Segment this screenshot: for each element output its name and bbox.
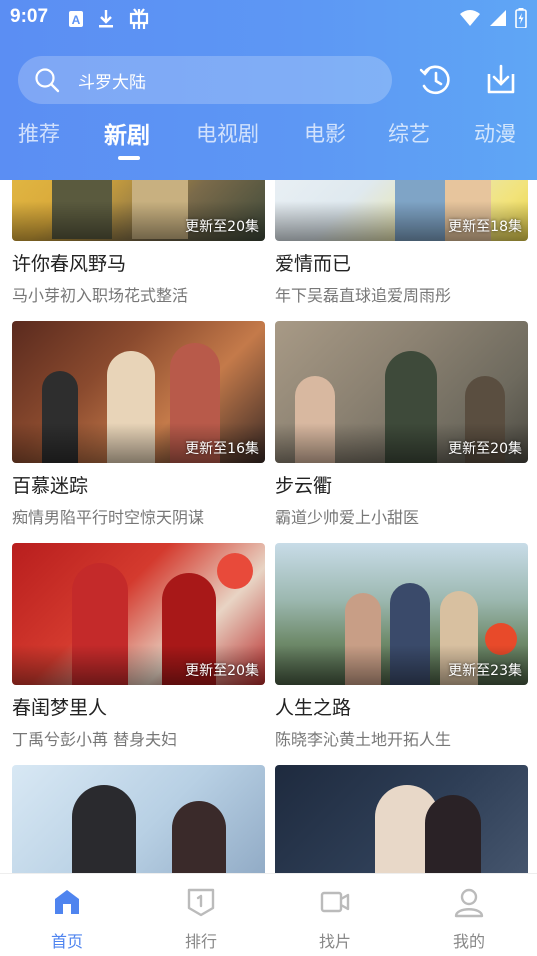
show-poster[interactable]: 更新至18集: [275, 180, 528, 241]
episode-badge: 更新至23集: [448, 663, 522, 679]
show-poster[interactable]: 更新至16集: [12, 321, 265, 463]
profile-icon: [454, 888, 484, 918]
category-tabs: 推荐 新剧 电视剧 电影 综艺 动漫: [0, 118, 537, 168]
show-title: 爱情而已: [275, 253, 352, 275]
status-time: 9:07: [10, 6, 49, 27]
active-tab-indicator: [118, 156, 140, 160]
episode-badge: 更新至16集: [185, 441, 259, 457]
video-camera-icon: [320, 891, 350, 913]
show-title: 百慕迷踪: [12, 475, 89, 497]
nav-home-label: 首页: [50, 932, 83, 951]
show-title: 春闺梦里人: [12, 697, 108, 719]
episode-badge: 更新至20集: [185, 663, 259, 679]
tab-anime[interactable]: 动漫: [474, 118, 516, 148]
font-a-icon: A: [68, 10, 84, 32]
top-header: 9:07 A 斗罗大陆 推荐 新剧 电视剧 电影 综艺 动漫: [0, 0, 537, 180]
show-grid: 更新至20集 许你春风野马 马小芽初入职场花式整活 更新至18集 爱情而已 年下…: [0, 180, 537, 873]
show-card[interactable]: [275, 765, 528, 873]
show-subtitle: 年下吴磊直球追爱周雨彤: [275, 286, 452, 305]
wifi-icon: [459, 9, 481, 31]
episode-badge: 更新至20集: [185, 219, 259, 235]
ranking-icon: [187, 888, 215, 917]
show-poster[interactable]: 更新至23集: [275, 543, 528, 685]
signal-icon: [489, 9, 507, 31]
show-subtitle: 陈晓李沁黄土地开拓人生: [275, 730, 452, 749]
download-icon[interactable]: [483, 62, 519, 98]
search-placeholder: 斗罗大陆: [78, 72, 146, 93]
show-subtitle: 霸道少帅爱上小甜医: [275, 508, 420, 527]
show-title: 许你春风野马: [12, 253, 127, 275]
show-title: 人生之路: [275, 697, 352, 719]
svg-text:A: A: [72, 13, 81, 27]
bottom-nav: 首页 排行 找片 我的: [0, 873, 537, 956]
show-poster[interactable]: [275, 765, 528, 873]
bug-icon: [128, 8, 150, 34]
nav-find-label: 找片: [318, 932, 351, 951]
nav-ranking[interactable]: 排行: [134, 874, 268, 956]
nav-find[interactable]: 找片: [268, 874, 402, 956]
show-card[interactable]: 更新至18集 爱情而已 年下吴磊直球追爱周雨彤: [275, 180, 528, 306]
tab-tv-series[interactable]: 电视剧: [196, 118, 259, 148]
show-card[interactable]: 更新至23集 人生之路 陈晓李沁黄土地开拓人生: [275, 543, 528, 750]
show-card[interactable]: 更新至20集 许你春风野马 马小芽初入职场花式整活: [12, 180, 265, 306]
history-icon[interactable]: [418, 62, 454, 98]
tab-movies[interactable]: 电影: [304, 118, 346, 148]
show-card[interactable]: 更新至20集 步云衢 霸道少帅爱上小甜医: [275, 321, 528, 528]
show-card[interactable]: 更新至16集 百慕迷踪 痴情男陷平行时空惊天阴谋: [12, 321, 265, 528]
show-title: 步云衢: [275, 475, 333, 497]
show-poster[interactable]: 更新至20集: [275, 321, 528, 463]
show-card[interactable]: 更新至20集 春闺梦里人 丁禹兮彭小苒 替身夫妇: [12, 543, 265, 750]
show-poster[interactable]: 更新至20集: [12, 180, 265, 241]
battery-charging-icon: [515, 8, 527, 32]
nav-ranking-label: 排行: [184, 932, 217, 951]
tab-variety[interactable]: 综艺: [388, 118, 430, 148]
search-input[interactable]: 斗罗大陆: [18, 56, 392, 104]
status-bar: 9:07 A: [0, 0, 537, 36]
tab-new-drama[interactable]: 新剧: [104, 116, 150, 150]
episode-badge: 更新至20集: [448, 441, 522, 457]
nav-profile[interactable]: 我的: [402, 874, 536, 956]
episode-badge: 更新至18集: [448, 219, 522, 235]
show-poster[interactable]: [12, 765, 265, 873]
show-subtitle: 马小芽初入职场花式整活: [12, 286, 189, 305]
search-icon: [35, 68, 60, 93]
show-poster[interactable]: 更新至20集: [12, 543, 265, 685]
show-card[interactable]: [12, 765, 265, 873]
tab-recommend[interactable]: 推荐: [18, 118, 60, 148]
show-subtitle: 痴情男陷平行时空惊天阴谋: [12, 508, 205, 527]
nav-profile-label: 我的: [452, 932, 485, 951]
home-icon: [55, 890, 79, 914]
nav-home[interactable]: 首页: [0, 874, 134, 956]
show-subtitle: 丁禹兮彭小苒 替身夫妇: [12, 730, 178, 749]
download-arrow-icon: [98, 9, 114, 33]
